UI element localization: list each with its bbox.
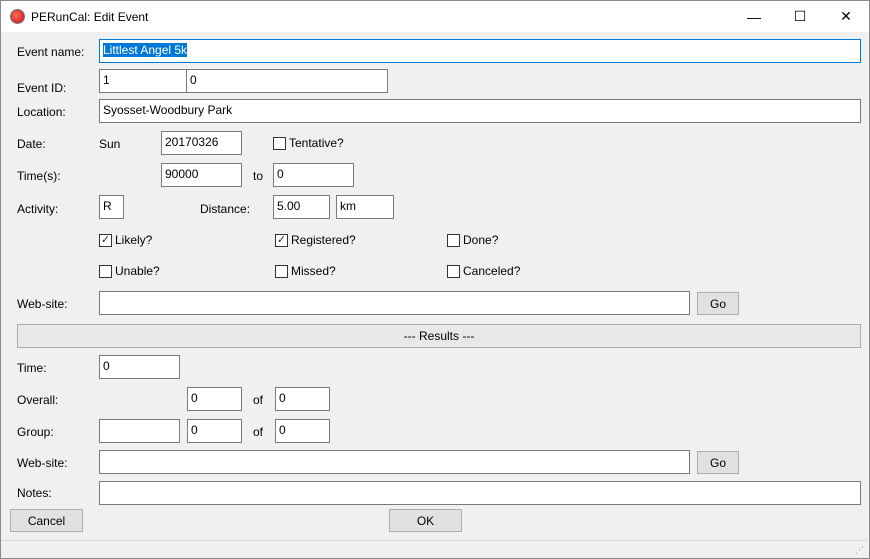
minimize-button[interactable]: — bbox=[731, 1, 777, 32]
distance-label: Distance: bbox=[200, 202, 251, 216]
missed-checkbox[interactable]: Missed? bbox=[275, 264, 336, 278]
checkbox-box bbox=[275, 264, 288, 278]
checkbox-box bbox=[447, 233, 460, 247]
overall-place-input[interactable]: 0 bbox=[187, 387, 242, 411]
website-go-button[interactable]: Go bbox=[697, 292, 739, 315]
unit-input[interactable]: km bbox=[336, 195, 394, 219]
time-to-input[interactable]: 0 bbox=[273, 163, 354, 187]
close-button[interactable]: ✕ bbox=[823, 1, 869, 32]
event-id-input-2[interactable]: 0 bbox=[186, 69, 388, 93]
date-label: Date: bbox=[17, 137, 46, 151]
checkbox-label: Tentative? bbox=[289, 136, 344, 150]
app-icon bbox=[10, 9, 25, 24]
overall-of-label: of bbox=[253, 393, 264, 407]
checkbox-label: Registered? bbox=[291, 233, 356, 247]
window-title: PERunCal: Edit Event bbox=[31, 10, 149, 24]
website-label: Web-site: bbox=[17, 297, 68, 311]
notes-label: Notes: bbox=[17, 486, 52, 500]
unable-checkbox[interactable]: Unable? bbox=[99, 264, 160, 278]
website-input[interactable] bbox=[99, 291, 690, 315]
event-id-label: Event ID: bbox=[17, 81, 67, 95]
resize-grip-icon[interactable]: ⋰ bbox=[855, 545, 864, 556]
group-name-input[interactable] bbox=[99, 419, 180, 443]
checkbox-label: Done? bbox=[463, 233, 499, 247]
status-bar bbox=[1, 540, 867, 558]
group-label: Group: bbox=[17, 425, 54, 439]
event-name-input[interactable]: Littlest Angel 5k bbox=[99, 39, 861, 63]
checkbox-label: Unable? bbox=[115, 264, 160, 278]
location-input[interactable]: Syosset-Woodbury Park bbox=[99, 99, 861, 123]
times-label: Time(s): bbox=[17, 169, 61, 183]
event-name-label: Event name: bbox=[17, 45, 85, 59]
notes-input[interactable] bbox=[99, 481, 861, 505]
result-time-label: Time: bbox=[17, 361, 47, 375]
tentative-checkbox[interactable]: Tentative? bbox=[273, 136, 344, 150]
cancel-button[interactable]: Cancel bbox=[10, 509, 83, 532]
checkbox-box bbox=[99, 264, 112, 278]
to-label: to bbox=[253, 169, 264, 183]
distance-input[interactable]: 5.00 bbox=[273, 195, 330, 219]
results-header: --- Results --- bbox=[17, 324, 861, 348]
overall-total-input[interactable]: 0 bbox=[275, 387, 330, 411]
event-id-input-1[interactable]: 1 bbox=[99, 69, 187, 93]
overall-label: Overall: bbox=[17, 393, 59, 407]
group-place-input[interactable]: 0 bbox=[187, 419, 242, 443]
activity-label: Activity: bbox=[17, 202, 59, 216]
checkbox-box: ✓ bbox=[275, 233, 288, 247]
result-website-input[interactable] bbox=[99, 450, 690, 474]
time-from-input[interactable]: 90000 bbox=[161, 163, 242, 187]
result-website-go-button[interactable]: Go bbox=[697, 451, 739, 474]
group-of-label: of bbox=[253, 425, 264, 439]
result-time-input[interactable]: 0 bbox=[99, 355, 180, 379]
activity-input[interactable]: R bbox=[99, 195, 124, 219]
done-checkbox[interactable]: Done? bbox=[447, 233, 498, 247]
ok-button[interactable]: OK bbox=[389, 509, 462, 532]
checkbox-box: ✓ bbox=[99, 233, 112, 247]
group-total-input[interactable]: 0 bbox=[275, 419, 330, 443]
checkbox-label: Missed? bbox=[291, 264, 336, 278]
canceled-checkbox[interactable]: Canceled? bbox=[447, 264, 520, 278]
result-website-label: Web-site: bbox=[17, 456, 68, 470]
checkbox-label: Canceled? bbox=[463, 264, 521, 278]
likely-checkbox[interactable]: ✓ Likely? bbox=[99, 233, 152, 247]
event-name-value: Littlest Angel 5k bbox=[103, 43, 188, 57]
checkbox-box bbox=[273, 136, 286, 150]
location-label: Location: bbox=[17, 105, 66, 119]
checkbox-label: Likely? bbox=[115, 233, 153, 247]
maximize-button[interactable]: ☐ bbox=[777, 1, 823, 32]
registered-checkbox[interactable]: ✓ Registered? bbox=[275, 233, 356, 247]
title-bar: PERunCal: Edit Event — ☐ ✕ bbox=[1, 1, 869, 32]
checkbox-box bbox=[447, 264, 460, 278]
date-input[interactable]: 20170326 bbox=[161, 131, 242, 155]
day-of-week: Sun bbox=[99, 137, 121, 151]
